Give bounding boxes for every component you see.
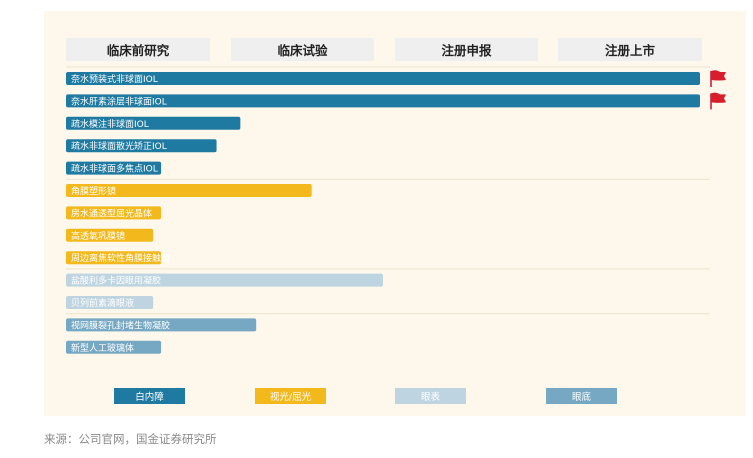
bar-0 — [66, 72, 700, 85]
pipeline-chart: 奈水预装式非球面IOL 奈水肝素涂层非球面IOL 疏水模注非球面IOL 疏水非球面散光… — [66, 66, 726, 354]
flag-icon — [710, 92, 726, 110]
bar-label-10: 贝列前素滴眼液 — [71, 297, 134, 309]
bar-label-11: 视网膜裂孔封堵生物凝胶 — [71, 319, 170, 331]
legend-fundus: 眼底 — [546, 388, 617, 404]
legend-optometry: 视光/屈光 — [255, 388, 326, 404]
legend-cataract: 白内障 — [114, 388, 185, 404]
bar-label-3: 疏水非球面散光矫正IOL — [71, 140, 167, 152]
source-note: 来源：公司官网，国金证券研究所 — [44, 432, 217, 446]
bar-label-8: 周边离焦软性角膜接触镜 — [71, 252, 170, 264]
bar-label-12: 新型人工玻璃体 — [71, 342, 134, 354]
bar-label-6: 房水通透型屈光晶体 — [71, 207, 152, 219]
bar-label-1: 奈水肝素涂层非球面IOL — [71, 95, 167, 107]
bar-label-5: 角膜塑形镜 — [71, 185, 116, 197]
bar-label-0: 奈水预装式非球面IOL — [71, 73, 158, 85]
bar-label-7: 高透氧巩膜镜 — [71, 230, 125, 242]
bar-label-4: 疏水非球面多焦点IOL — [71, 163, 158, 175]
bar-label-2: 疏水模注非球面IOL — [71, 118, 149, 130]
flag-icon — [710, 70, 726, 87]
legend-ocular-surface: 眼表 — [395, 388, 466, 404]
chart-panel: 临床前研究 临床试验 注册申报 注册上市 奈水预装式非球面IOL 奈水肝素涂层非球… — [44, 11, 746, 416]
bar-label-9: 盐酸利多卡因眼用凝胶 — [71, 275, 161, 287]
